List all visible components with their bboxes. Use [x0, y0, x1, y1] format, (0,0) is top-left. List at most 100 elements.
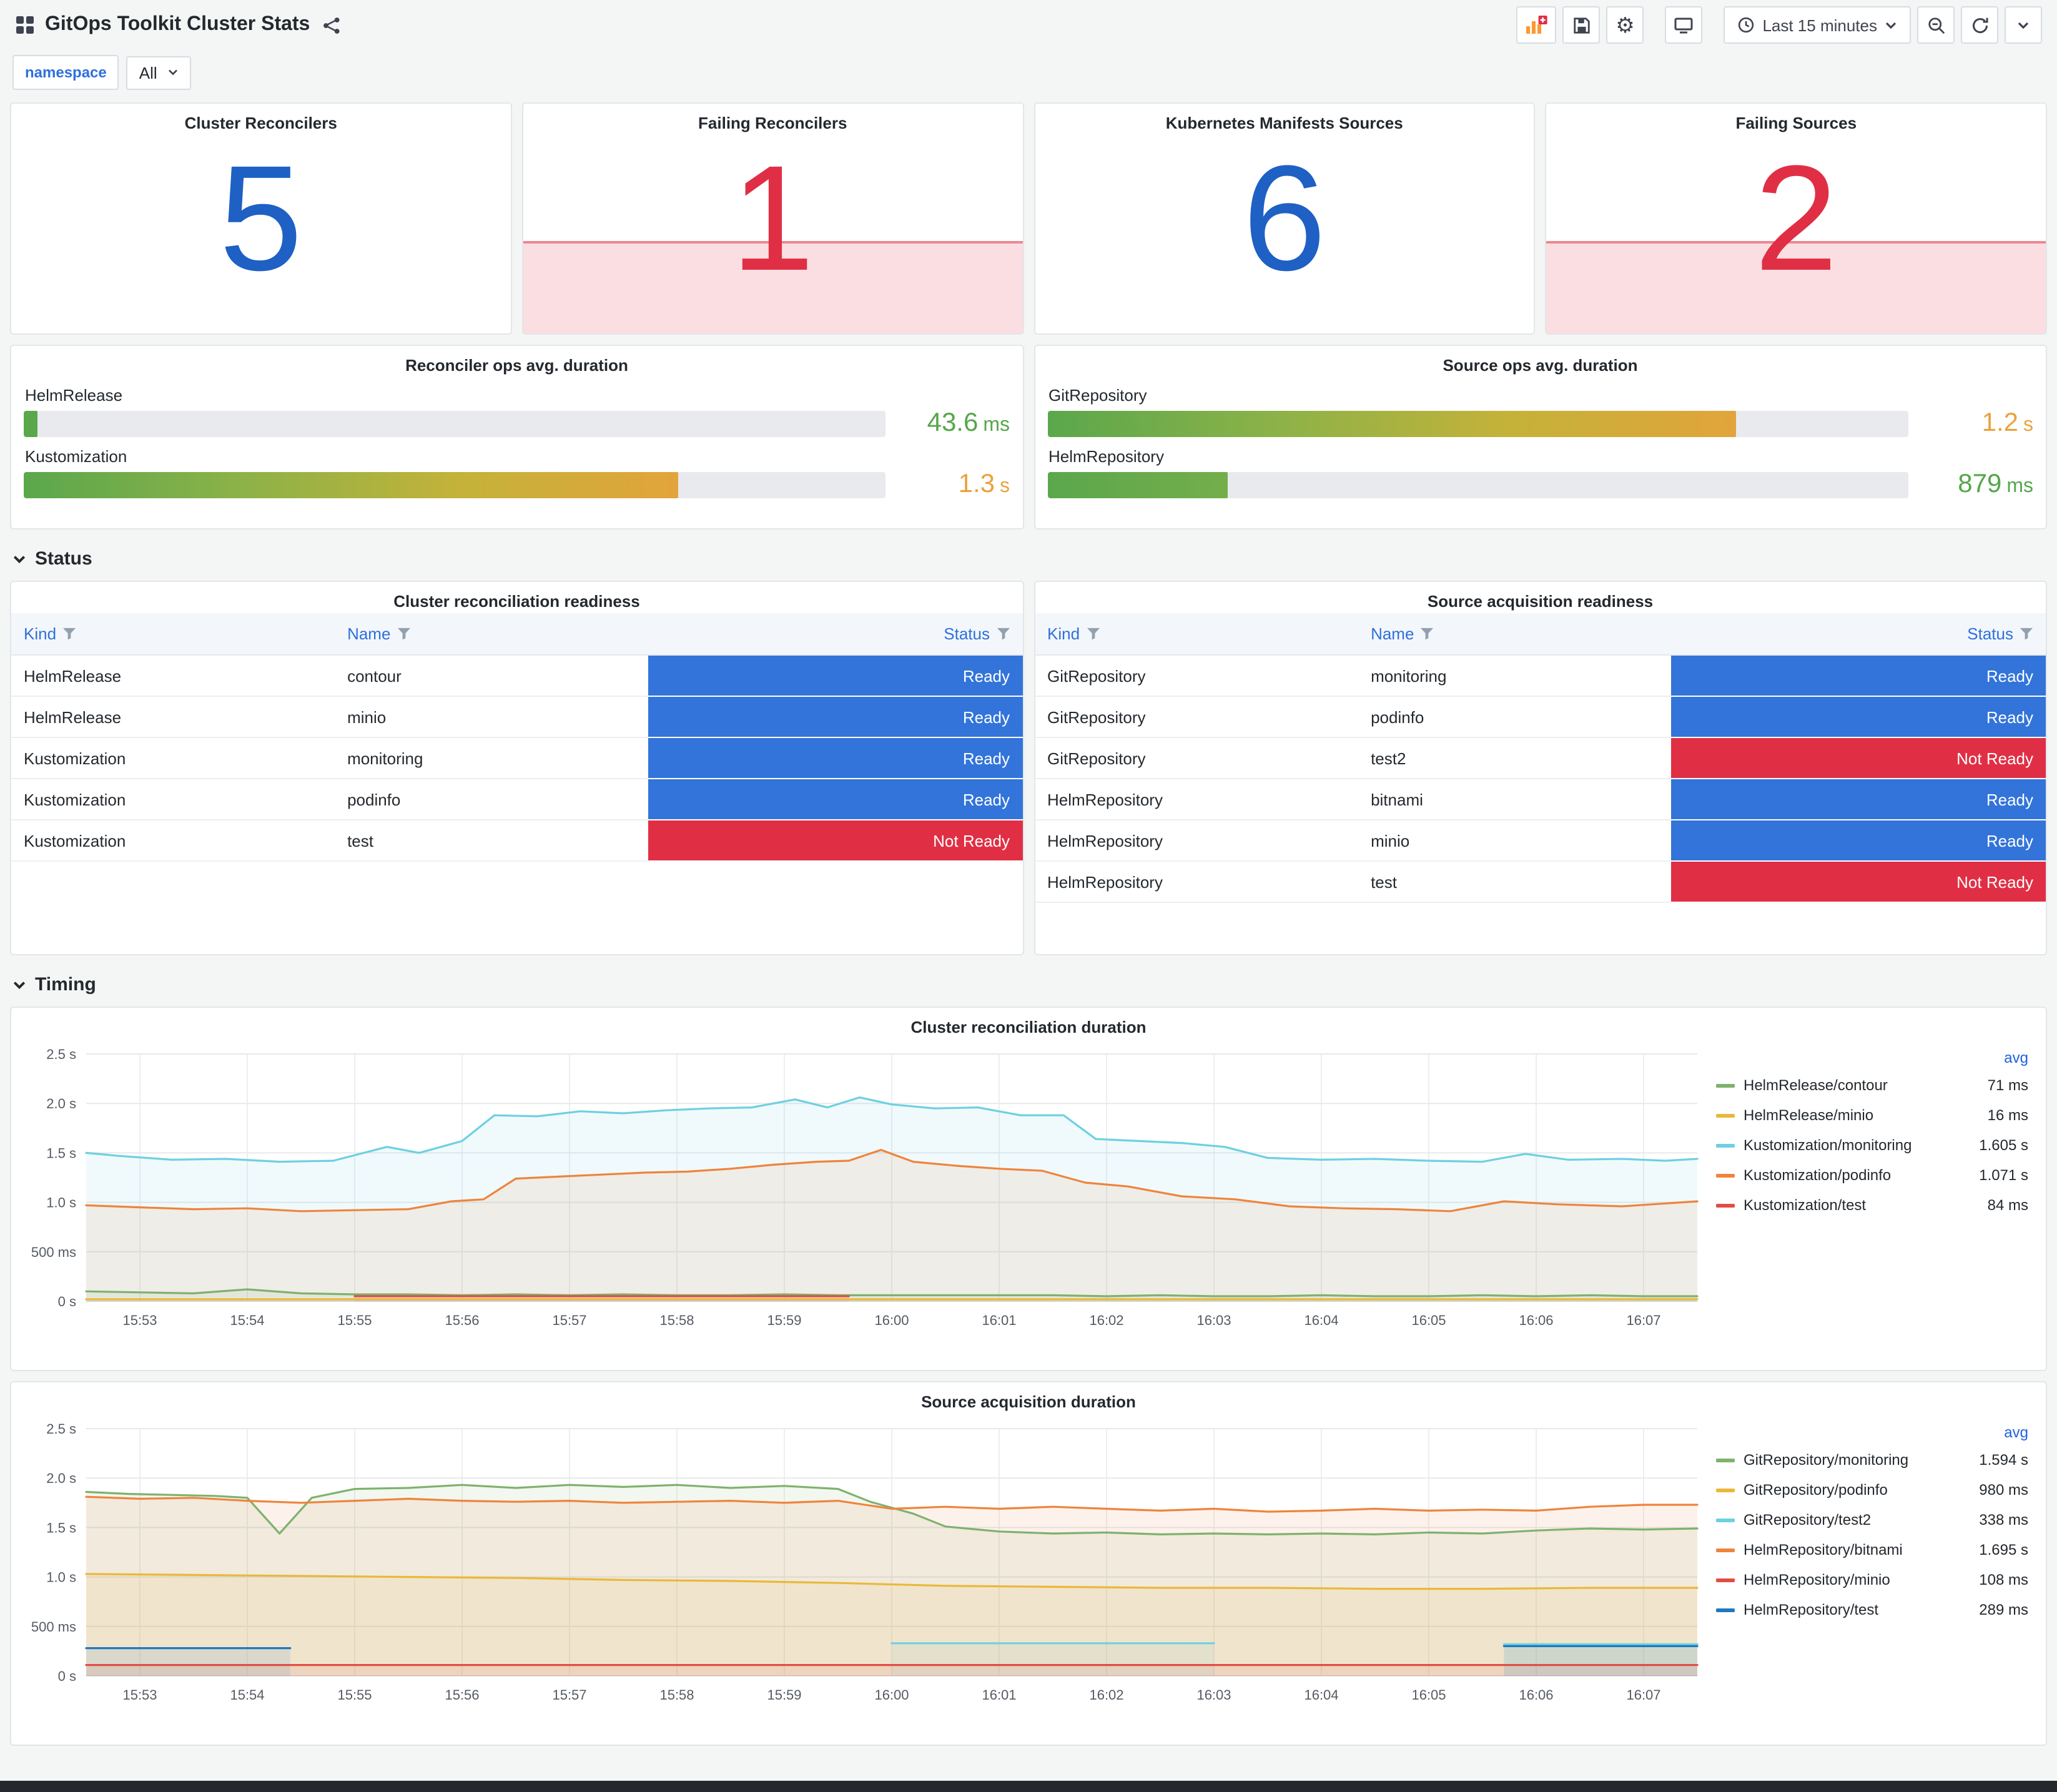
panel-title[interactable]: Reconciler ops avg. duration	[24, 346, 1010, 377]
status-cell: Not Ready	[1671, 737, 2046, 779]
section-header-status[interactable]: Status	[0, 539, 2057, 581]
dashboard-header: GitOps Toolkit Cluster Stats ⚙ Last 15 m…	[0, 0, 2057, 50]
series-name: HelmRepository/bitnami	[1744, 1541, 1903, 1558]
kind-cell: HelmRelease	[11, 655, 335, 697]
svg-text:1.0 s: 1.0 s	[46, 1195, 76, 1211]
svg-text:15:55: 15:55	[337, 1312, 372, 1328]
readiness-table: Kind Name Status GitRepository monitoring…	[1035, 613, 2046, 903]
legend-item[interactable]: Kustomization/podinfo 1.071 s	[1716, 1160, 2028, 1190]
refresh-interval-dropdown[interactable]	[2005, 6, 2042, 44]
plot-area[interactable]: 0 s 500 ms 1.0 s 1.5 s 2.0 s 2.5 s 15:53 15:54 1…	[16, 1039, 1714, 1354]
column-header-kind[interactable]: Kind	[1035, 613, 1359, 656]
legend-item[interactable]: HelmRepository/minio 108 ms	[1716, 1565, 2028, 1595]
svg-text:2.5 s: 2.5 s	[46, 1421, 76, 1437]
share-icon[interactable]	[322, 16, 341, 34]
legend-item[interactable]: Kustomization/test 84 ms	[1716, 1190, 2028, 1220]
filter-funnel-icon[interactable]	[62, 627, 76, 641]
legend-avg-header[interactable]: avg	[1716, 1049, 2028, 1066]
legend-item[interactable]: HelmRelease/minio 16 ms	[1716, 1100, 2028, 1130]
series-name: Kustomization/test	[1744, 1196, 1867, 1214]
legend-item[interactable]: HelmRelease/contour 71 ms	[1716, 1070, 2028, 1100]
series-avg-value: 1.594 s	[1979, 1451, 2028, 1469]
tables-row: Cluster reconciliation readiness Kind Na…	[0, 581, 2057, 965]
svg-text:15:53: 15:53	[122, 1312, 157, 1328]
table-body: HelmRelease contour Ready HelmRelease minio R…	[11, 655, 1022, 862]
name-cell: monitoring	[1358, 655, 1672, 697]
series-name: Kustomization/monitoring	[1744, 1136, 1912, 1154]
panel-title[interactable]: Source ops avg. duration	[1047, 346, 2033, 377]
gauges-row: Reconciler ops avg. duration HelmRelease…	[0, 345, 2057, 539]
time-range-label: Last 15 minutes	[1762, 16, 1877, 34]
series-avg-value: 71 ms	[1987, 1076, 2028, 1094]
apps-grid-icon[interactable]	[15, 15, 35, 35]
table-body: GitRepository monitoring Ready GitRepositor…	[1035, 655, 2046, 903]
filter-funnel-icon[interactable]	[1086, 627, 1100, 641]
dashboard-settings-button[interactable]: ⚙	[1606, 6, 1644, 44]
column-header-name[interactable]: Name	[1358, 613, 1672, 656]
column-header-name[interactable]: Name	[335, 613, 648, 656]
legend-item[interactable]: GitRepository/test2 338 ms	[1716, 1505, 2028, 1535]
column-header-kind[interactable]: Kind	[11, 613, 335, 656]
name-cell: monitoring	[335, 737, 648, 779]
filter-funnel-icon[interactable]	[996, 627, 1010, 641]
column-header-status[interactable]: Status	[648, 613, 1022, 656]
refresh-button[interactable]	[1961, 6, 1998, 44]
gauge-value: 1.3 s	[958, 470, 1010, 498]
svg-text:16:01: 16:01	[982, 1687, 1016, 1703]
legend-item[interactable]: GitRepository/monitoring 1.594 s	[1716, 1445, 2028, 1475]
svg-text:15:54: 15:54	[230, 1312, 264, 1328]
status-cell: Ready	[1671, 779, 2046, 820]
svg-text:0 s: 0 s	[58, 1668, 76, 1684]
bottom-bar	[0, 1781, 2057, 1792]
filter-funnel-icon[interactable]	[2020, 627, 2033, 641]
timeseries-svg: 0 s 500 ms 1.0 s 1.5 s 2.0 s 2.5 s 15:53 15:54 1…	[31, 1421, 1699, 1703]
legend-avg-header[interactable]: avg	[1716, 1424, 2028, 1441]
series-avg-value: 84 ms	[1987, 1196, 2028, 1214]
panel-title[interactable]: Cluster reconciliation duration	[11, 1008, 2046, 1039]
name-cell: minio	[335, 696, 648, 738]
panel-title[interactable]: Source acquisition readiness	[1035, 582, 2046, 613]
name-cell: podinfo	[335, 779, 648, 820]
gauge-fill	[1047, 410, 1737, 436]
filter-funnel-icon[interactable]	[1420, 627, 1434, 641]
tv-icon	[1674, 15, 1694, 35]
table-row: HelmRelease contour Ready	[11, 655, 1022, 697]
column-header-status[interactable]: Status	[1671, 613, 2046, 656]
plot-area[interactable]: 0 s 500 ms 1.0 s 1.5 s 2.0 s 2.5 s 15:53 15:54 1…	[16, 1414, 1714, 1728]
legend-item[interactable]: Kustomization/monitoring 1.605 s	[1716, 1130, 2028, 1160]
cycle-view-button[interactable]	[1665, 6, 1703, 44]
time-range-picker[interactable]: Last 15 minutes	[1724, 6, 1911, 44]
gauge-row: Kustomization 1.3 s	[24, 447, 1010, 500]
gauge-track	[24, 471, 885, 498]
gauge-track	[1047, 471, 1908, 498]
save-dashboard-button[interactable]	[1562, 6, 1601, 44]
table-row: GitRepository monitoring Ready	[1035, 655, 2046, 697]
svg-text:16:07: 16:07	[1626, 1312, 1660, 1328]
add-panel-button[interactable]	[1516, 6, 1557, 44]
chevron-down-icon	[12, 554, 26, 564]
series-color-dash	[1716, 1548, 1735, 1552]
panel-title[interactable]: Source acquisition duration	[11, 1382, 2046, 1414]
svg-text:15:58: 15:58	[659, 1687, 694, 1703]
legend-item[interactable]: HelmRepository/test 289 ms	[1716, 1595, 2028, 1625]
svg-text:1.0 s: 1.0 s	[46, 1570, 76, 1585]
series-avg-value: 980 ms	[1979, 1481, 2028, 1499]
zoom-out-button[interactable]	[1917, 6, 1955, 44]
name-cell: test	[335, 820, 648, 862]
name-cell: test2	[1358, 737, 1672, 779]
chevron-down-icon	[1885, 21, 1897, 29]
table-row: Kustomization monitoring Ready	[11, 737, 1022, 779]
chart-legend: avg HelmRelease/contour 71 ms HelmRelease/m…	[1714, 1039, 2041, 1354]
legend-item[interactable]: HelmRepository/bitnami 1.695 s	[1716, 1535, 2028, 1565]
svg-text:15:54: 15:54	[230, 1687, 264, 1703]
template-variables-row: namespace All	[0, 50, 2057, 102]
stat-panel-manifest-sources: Kubernetes Manifests Sources 6	[1033, 102, 1536, 335]
panel-title[interactable]: Cluster reconciliation readiness	[11, 582, 1022, 613]
namespace-select[interactable]: All	[126, 56, 191, 89]
section-title: Timing	[35, 974, 96, 995]
legend-item[interactable]: GitRepository/podinfo 980 ms	[1716, 1475, 2028, 1505]
timeseries-svg: 0 s 500 ms 1.0 s 1.5 s 2.0 s 2.5 s 15:53 15:54 1…	[31, 1046, 1699, 1328]
filter-funnel-icon[interactable]	[397, 627, 410, 641]
dashboard-toolbar: ⚙ Last 15 minutes	[1516, 6, 2042, 44]
section-header-timing[interactable]: Timing	[0, 965, 2057, 1007]
